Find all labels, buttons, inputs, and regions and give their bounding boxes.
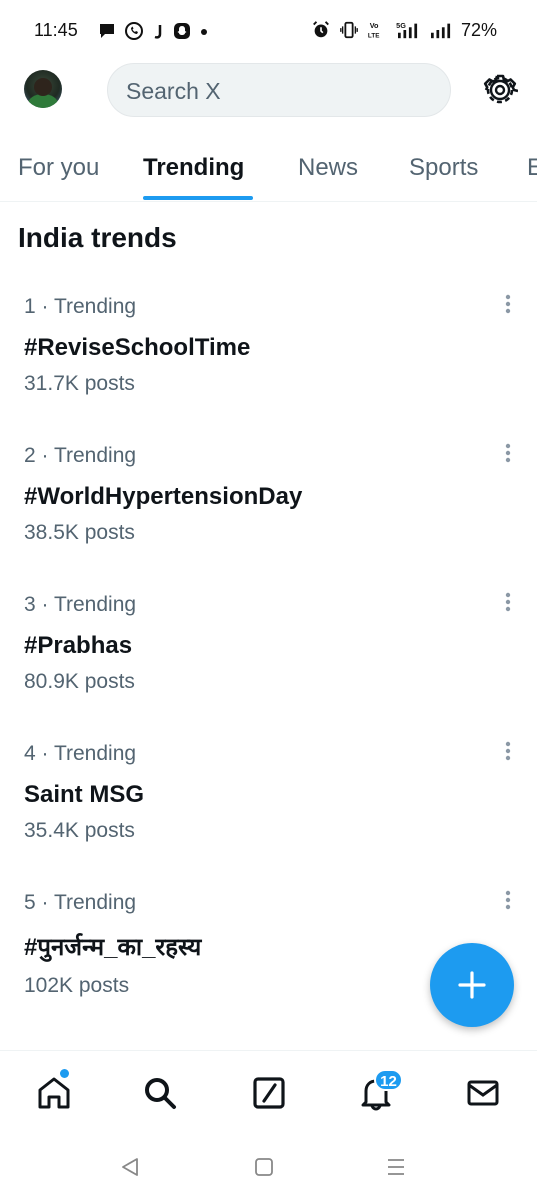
vibrate-icon	[340, 21, 358, 39]
trend-meta: 2 · Trending	[24, 444, 137, 467]
tab-trending[interactable]: Trending	[143, 154, 244, 182]
j-app-icon	[154, 25, 162, 39]
more-options-icon[interactable]	[498, 589, 518, 619]
active-tab-indicator	[143, 196, 253, 200]
status-time: 11:45	[34, 20, 78, 40]
tab-for-you[interactable]: For you	[18, 154, 99, 182]
search-input[interactable]: Search X	[107, 63, 451, 117]
avatar[interactable]	[24, 70, 62, 108]
5g-signal-icon: 5G	[396, 21, 418, 39]
gear-icon[interactable]	[482, 72, 518, 108]
more-options-icon[interactable]	[498, 738, 518, 768]
trend-meta: 4 · Trending	[24, 742, 137, 765]
tab-sports[interactable]: Sports	[409, 154, 478, 182]
more-options-icon[interactable]	[498, 887, 518, 917]
tab-news[interactable]: News	[298, 154, 358, 182]
notification-badge: 12	[374, 1069, 403, 1091]
whatsapp-icon	[125, 22, 143, 40]
trend-item[interactable]: 1 · Trending #ReviseSchoolTime 31.7K pos…	[0, 294, 537, 444]
trend-name[interactable]: #पुनर्जन्म_का_रहस्य	[24, 930, 201, 963]
trend-post-count: 102K posts	[24, 974, 130, 997]
svg-text:Vo: Vo	[370, 21, 379, 30]
signal-icon	[430, 23, 451, 39]
system-icons: Vo LTE 5G 72%	[311, 18, 497, 42]
trend-post-count: 35.4K posts	[24, 819, 135, 842]
back-icon[interactable]	[117, 1154, 143, 1180]
trend-name[interactable]: #WorldHypertensionDay	[24, 483, 302, 511]
alarm-icon	[313, 21, 329, 38]
trend-item[interactable]: 3 · Trending #Prabhas 80.9K posts	[0, 592, 537, 742]
notification-icons	[98, 20, 208, 42]
search-icon[interactable]	[140, 1073, 180, 1113]
battery-level: 72%	[460, 19, 497, 40]
home-unread-dot	[60, 1069, 69, 1078]
trend-item[interactable]: 4 · Trending Saint MSG 35.4K posts	[0, 741, 537, 891]
dot-icon	[201, 29, 207, 35]
snapchat-icon	[174, 23, 190, 39]
plus-icon	[458, 971, 486, 999]
trend-post-count: 80.9K posts	[24, 670, 135, 693]
message-icon	[100, 24, 114, 38]
trend-meta: 1 · Trending	[24, 295, 137, 318]
more-options-icon[interactable]	[498, 440, 518, 470]
trend-name[interactable]: Saint MSG	[24, 781, 144, 809]
compose-button[interactable]	[430, 943, 514, 1027]
bottom-nav: 12	[0, 1050, 537, 1134]
avatar-face	[34, 78, 52, 96]
svg-text:LTE: LTE	[368, 32, 380, 39]
trend-name[interactable]: #ReviseSchoolTime	[24, 334, 250, 362]
status-bar: 11:45 Vo LTE 5G 72%	[0, 0, 537, 62]
search-placeholder: Search X	[126, 78, 221, 104]
svg-text:5G: 5G	[396, 21, 406, 30]
trend-meta: 3 · Trending	[24, 593, 137, 616]
trend-name[interactable]: #Prabhas	[24, 632, 132, 660]
home-button-icon[interactable]	[251, 1154, 277, 1180]
grok-icon[interactable]	[249, 1073, 289, 1113]
app-screen: 11:45 Vo LTE 5G 72% Search X For you Tre…	[0, 0, 537, 1200]
recents-icon[interactable]	[383, 1154, 409, 1180]
system-nav-bar	[0, 1134, 537, 1200]
trend-post-count: 31.7K posts	[24, 372, 135, 395]
mail-icon[interactable]	[463, 1073, 503, 1113]
trend-post-count: 38.5K posts	[24, 521, 135, 544]
volte-icon: Vo LTE	[368, 21, 380, 39]
home-icon[interactable]	[34, 1073, 74, 1113]
section-title: India trends	[18, 222, 177, 253]
trend-meta: 5 · Trending	[24, 891, 137, 914]
tab-entertainment[interactable]: E	[527, 154, 537, 182]
tab-bar: For you Trending News Sports E	[0, 140, 537, 202]
more-options-icon[interactable]	[498, 291, 518, 321]
trend-item[interactable]: 2 · Trending #WorldHypertensionDay 38.5K…	[0, 443, 537, 593]
avatar-shirt	[28, 94, 58, 108]
